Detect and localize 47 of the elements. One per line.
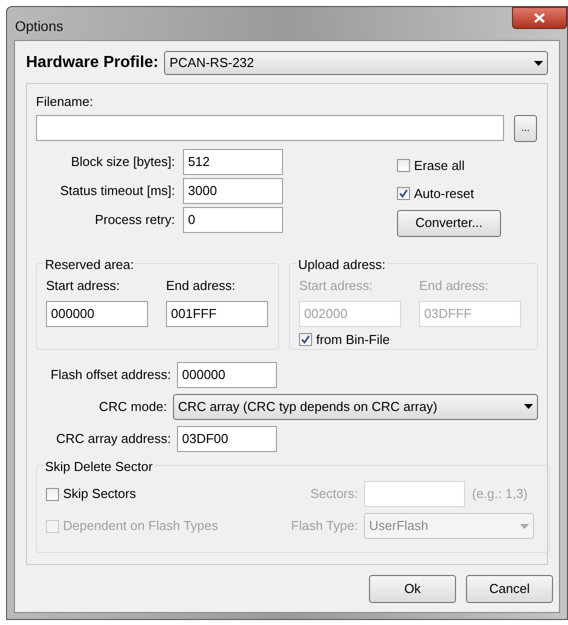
field-label: Start adress: — [46, 277, 121, 295]
group-title: Upload adress: — [297, 256, 387, 272]
dropdown[interactable]: CRC array (CRC typ depends on CRC array) — [172, 394, 538, 420]
field-label: End adress: — [419, 277, 490, 295]
button[interactable]: ... — [514, 114, 537, 142]
caret-icon — [534, 60, 543, 66]
hint-text: (e.g.: 1,3) — [472, 485, 528, 504]
field-label: CRC array address: — [55, 430, 171, 448]
button[interactable]: Converter... — [397, 210, 501, 236]
caret-icon — [524, 404, 533, 409]
input-field[interactable]: 512 — [183, 148, 283, 174]
dropdown[interactable]: PCAN-RS-232 — [164, 51, 548, 75]
input-field[interactable]: 000000 — [46, 300, 148, 326]
input-field[interactable]: 001FFF — [166, 300, 268, 326]
field-label: End adress: — [166, 277, 236, 295]
checkbox-label: Erase all — [414, 156, 465, 175]
caret-icon — [520, 524, 529, 528]
button[interactable]: Cancel — [466, 575, 553, 603]
field-label: Status timeout [ms]: — [60, 182, 175, 200]
field-label: Start adress: — [299, 277, 374, 295]
input-field[interactable]: 0 — [183, 206, 283, 232]
input-field[interactable]: 3000 — [183, 178, 283, 204]
group-title: Skip Delete Sector — [44, 458, 154, 474]
input-field[interactable] — [36, 115, 504, 141]
group-title: Reserved area: — [44, 256, 135, 272]
field-label: Block size [bytes]: — [70, 152, 175, 171]
input-field[interactable]: 000000 — [177, 362, 277, 388]
checkbox[interactable] — [299, 332, 312, 346]
field-label: Process retry: — [94, 210, 175, 229]
field-label: Hardware Profile: — [26, 53, 158, 73]
input-field[interactable]: 03DF00 — [177, 426, 277, 452]
checkbox[interactable] — [397, 159, 410, 172]
field-label: Sectors: — [309, 485, 358, 504]
field-label: Flash offset address: — [50, 366, 171, 384]
checkbox-label: Dependent on Flash Types — [63, 517, 218, 536]
close-button[interactable] — [512, 7, 567, 29]
field-label: Filename: — [36, 93, 94, 111]
checkbox[interactable] — [46, 488, 59, 500]
field-label: Flash Type: — [290, 517, 358, 536]
checkbox-label: from Bin-File — [316, 330, 390, 348]
window-title: Options — [15, 17, 64, 36]
close-icon — [534, 13, 545, 23]
checkbox-label: Skip Sectors — [63, 485, 136, 504]
field-label: CRC mode: — [98, 398, 167, 416]
button[interactable]: Ok — [369, 575, 456, 603]
checkbox[interactable] — [397, 187, 410, 200]
checkbox-label: Auto-reset — [414, 184, 474, 203]
